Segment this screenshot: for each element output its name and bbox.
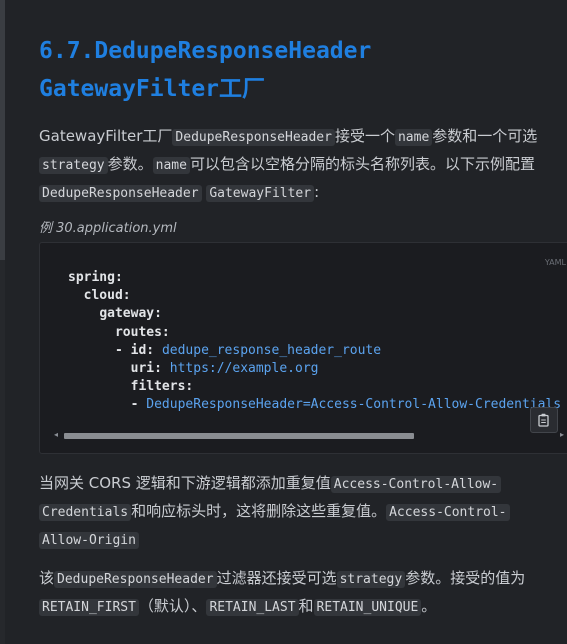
inline-code: GatewayFilter bbox=[206, 185, 315, 202]
copy-icon bbox=[538, 413, 549, 427]
text: 参数和一个可选 bbox=[432, 127, 538, 145]
text: 和 bbox=[298, 597, 314, 615]
code-line: spring: bbox=[68, 270, 123, 285]
code-value: https://example.org bbox=[169, 361, 319, 377]
copy-button[interactable] bbox=[530, 407, 558, 433]
code-key: - id: bbox=[114, 342, 162, 358]
code-key: uri: bbox=[130, 361, 170, 377]
yaml-code: spring: cloud: gateway: routes: - id: de… bbox=[68, 269, 567, 415]
text: 。 bbox=[421, 597, 437, 615]
scroll-right-icon[interactable]: ▸ bbox=[560, 430, 564, 439]
example-caption: 例 30.application.yml bbox=[39, 221, 177, 236]
inline-code: DedupeResponseHeader bbox=[39, 185, 202, 202]
text: （默认）、 bbox=[138, 597, 207, 615]
code-value: dedupe_response_header_route bbox=[161, 342, 382, 358]
code-horizontal-scrollbar[interactable]: ◂ ▸ bbox=[54, 430, 564, 441]
page-scrollbar-thumb[interactable] bbox=[0, 0, 5, 260]
heading-line2: GatewayFilter工厂 bbox=[39, 76, 266, 102]
text: 过滤器还接受可选 bbox=[216, 569, 337, 587]
inline-code: Credentials bbox=[39, 504, 132, 521]
inline-code: DedupeResponseHeader bbox=[54, 571, 217, 588]
code-line: gateway: bbox=[99, 306, 162, 322]
inline-code: RETAIN_UNIQUE bbox=[313, 599, 422, 616]
inline-code: strategy bbox=[39, 157, 108, 174]
inline-code: DedupeResponseHeader bbox=[172, 129, 335, 146]
code-language-label: YAML bbox=[544, 258, 566, 267]
text: 该 bbox=[39, 569, 55, 587]
text: 参数。 bbox=[107, 155, 153, 173]
strategy-paragraph: 该 DedupeResponseHeader 过滤器还接受可选 strategy 参数。… bbox=[39, 565, 525, 621]
code-key: - bbox=[130, 397, 147, 413]
code-block: YAML spring: cloud: gateway: routes: - i… bbox=[39, 242, 567, 454]
code-line: routes: bbox=[114, 324, 170, 340]
text: 参数。接受的值为 bbox=[405, 569, 526, 587]
scroll-left-icon[interactable]: ◂ bbox=[54, 430, 58, 439]
code-line: cloud: bbox=[83, 288, 131, 304]
inline-code: RETAIN_LAST bbox=[206, 599, 299, 616]
text: 接受一个 bbox=[334, 127, 395, 145]
scrollbar-thumb[interactable] bbox=[64, 433, 414, 439]
inline-code: Access-Control- bbox=[386, 504, 510, 521]
inline-code: name bbox=[394, 129, 433, 146]
cors-paragraph: 当网关 CORS 逻辑和下游逻辑都添加重复值 Access-Control-All… bbox=[39, 470, 510, 554]
code-value: DedupeResponseHeader=Access-Control-Allo… bbox=[146, 397, 562, 413]
inline-code: strategy bbox=[336, 571, 406, 588]
text: 可以包含以空格分隔的标头名称列表。以下示例配置 bbox=[189, 155, 535, 173]
inline-code: RETAIN_FIRST bbox=[39, 599, 139, 616]
inline-code: Allow-Origin bbox=[39, 532, 139, 549]
code-line: filters: bbox=[130, 379, 194, 395]
text: : bbox=[314, 183, 320, 201]
text: GatewayFilter工厂 bbox=[39, 127, 173, 145]
section-heading: 6.7.DedupeResponseHeader GatewayFilter工厂 bbox=[39, 32, 371, 108]
intro-paragraph: GatewayFilter工厂 DedupeResponseHeader 接受一个 n… bbox=[39, 123, 537, 207]
heading-line1: 6.7.DedupeResponseHeader bbox=[39, 38, 372, 64]
text: 和响应标头时，这将删除这些重复值。 bbox=[131, 502, 387, 520]
text: 当网关 CORS 逻辑和下游逻辑都添加重复值 bbox=[39, 474, 331, 492]
inline-code: Access-Control-Allow- bbox=[330, 476, 502, 493]
inline-code: name bbox=[152, 157, 190, 174]
